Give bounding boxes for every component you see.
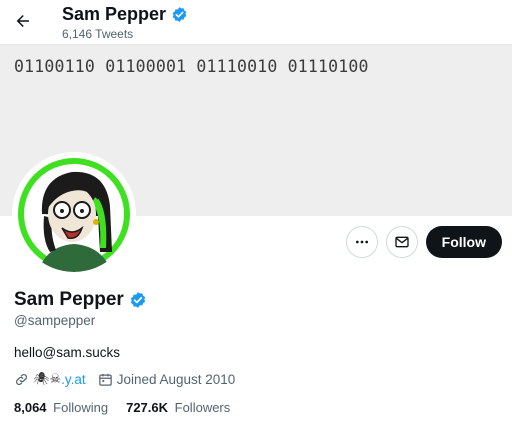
profile-handle: @sampepper bbox=[14, 313, 96, 328]
profile-stats: 8,064 Following 727.6K Followers bbox=[14, 400, 248, 415]
profile-name-row: Sam Pepper bbox=[14, 288, 147, 312]
following-label: Following bbox=[53, 400, 109, 415]
message-button[interactable] bbox=[385, 226, 418, 258]
profile-meta: 🕷☠ .y.at Joined August 2010 bbox=[14, 372, 247, 387]
header-name: Sam Pepper bbox=[62, 4, 167, 24]
joined-item: Joined August 2010 bbox=[98, 372, 236, 387]
header-name-row: Sam Pepper bbox=[62, 3, 188, 25]
profile-bio: hello@sam.sucks bbox=[14, 345, 120, 360]
joined-date: Joined August 2010 bbox=[116, 372, 236, 387]
verified-badge-icon bbox=[172, 6, 187, 22]
top-bar: Sam Pepper 6,146 Tweets bbox=[0, 0, 512, 44]
banner-text: 01100110 01100001 01110010 01110100 bbox=[14, 57, 369, 76]
link-icon bbox=[16, 374, 27, 385]
profile-name: Sam Pepper bbox=[14, 289, 124, 310]
tweet-count: 6,146 Tweets bbox=[62, 27, 134, 41]
avatar[interactable] bbox=[12, 152, 136, 276]
website-emoji[interactable]: 🕷☠ bbox=[33, 372, 61, 387]
back-button[interactable] bbox=[8, 6, 38, 36]
more-button[interactable] bbox=[345, 226, 378, 258]
following-link[interactable]: 8,064 Following bbox=[14, 400, 108, 415]
website-link[interactable]: .y.at bbox=[61, 372, 86, 387]
followers-link[interactable]: 727.6K Followers bbox=[126, 400, 230, 415]
following-count: 8,064 bbox=[14, 400, 47, 415]
followers-count: 727.6K bbox=[126, 400, 169, 415]
website-item: 🕷☠ .y.at bbox=[14, 372, 86, 387]
followers-label: Followers bbox=[174, 400, 231, 415]
envelope-icon bbox=[395, 236, 409, 248]
more-icon bbox=[355, 240, 368, 244]
profile-actions: Follow bbox=[345, 226, 502, 258]
avatar-image bbox=[16, 156, 132, 272]
calendar-icon bbox=[98, 373, 112, 386]
verified-badge-icon[interactable] bbox=[129, 291, 147, 309]
back-arrow-icon bbox=[16, 15, 29, 27]
follow-button[interactable]: Follow bbox=[425, 226, 502, 258]
